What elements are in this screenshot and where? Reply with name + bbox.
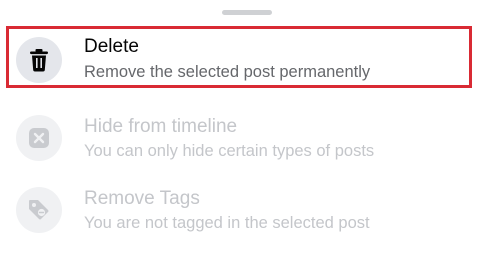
remove-tags-option[interactable]: Remove Tags You are not tagged in the se… <box>6 176 472 238</box>
delete-title: Delete <box>84 36 139 57</box>
hide-title: Hide from timeline <box>84 116 238 137</box>
remove-tags-title: Remove Tags <box>84 188 200 209</box>
bottom-sheet: Delete Remove the selected post permanen… <box>0 0 493 263</box>
hide-subtitle: You can only hide certain types of posts <box>84 142 375 160</box>
hide-icon-circle <box>16 115 62 161</box>
delete-subtitle: Remove the selected post permanently <box>84 63 371 81</box>
delete-icon-circle <box>16 37 62 83</box>
hide-x-icon <box>29 128 49 148</box>
sheet-bottom <box>0 250 493 263</box>
trash-icon <box>30 49 48 72</box>
tag-icon <box>29 200 49 220</box>
hide-from-timeline-option[interactable]: Hide from timeline You can only hide cer… <box>6 104 472 166</box>
tag-icon-circle <box>16 187 62 233</box>
drag-handle[interactable] <box>222 10 272 15</box>
delete-option[interactable]: Delete Remove the selected post permanen… <box>6 26 472 88</box>
remove-tags-subtitle: You are not tagged in the selected post <box>84 214 370 232</box>
